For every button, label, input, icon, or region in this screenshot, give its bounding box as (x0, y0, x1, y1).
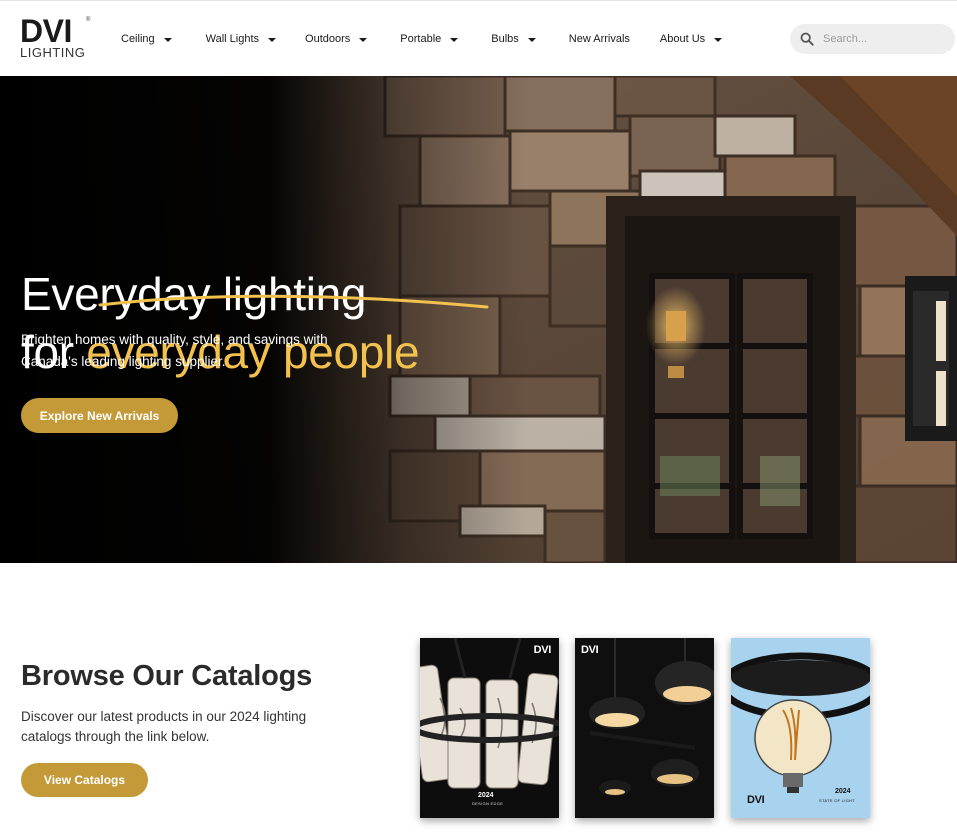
caret-down-icon (359, 37, 368, 42)
catalog-cover-pendants[interactable]: DVI (575, 638, 714, 818)
logo-registered-mark: ® (86, 17, 91, 23)
cover-brand: DVI (533, 644, 552, 656)
nav-item-outdoors[interactable]: Outdoors (305, 30, 368, 48)
main-nav: Ceiling Wall Lights Outdoors Portable Bu… (121, 30, 723, 48)
caret-down-icon (268, 37, 277, 42)
search-box[interactable] (790, 24, 955, 54)
dvi-lighting-logo[interactable]: DVI ® LIGHTING (20, 15, 92, 61)
logo-subtitle: LIGHTING (20, 45, 86, 60)
caret-down-icon (527, 37, 536, 42)
caret-down-icon (163, 37, 172, 42)
hero-subtitle: Brighten homes with quality, style, and … (21, 332, 328, 369)
nav-item-label: Outdoors (305, 33, 351, 45)
cover-brand: DVI (747, 794, 765, 806)
site-header: DVI ® LIGHTING Ceiling Wall Lights Outdo… (0, 0, 957, 76)
nav-item-bulbs[interactable]: Bulbs (491, 30, 536, 48)
nav-item-label: Portable (400, 33, 442, 45)
cover-year: 2024 (835, 788, 851, 795)
nav-item-label: Bulbs (491, 33, 519, 45)
catalog-cover-pendant-image (575, 638, 714, 818)
catalogs-title: Browse Our Catalogs (21, 660, 313, 692)
nav-item-ceiling[interactable]: Ceiling (121, 30, 172, 48)
nav-item-label: Ceiling (121, 33, 155, 45)
nav-item-label: Wall Lights (205, 33, 260, 45)
search-icon[interactable] (800, 32, 814, 46)
nav-item-about-us[interactable]: About Us (659, 30, 723, 48)
cover-year: 2024 (478, 792, 494, 799)
cover-brand: DVI (581, 644, 599, 656)
hero-banner: Everyday lighting for everyday people Br… (0, 76, 957, 563)
cover-caption: STATE OF LIGHT (819, 798, 856, 803)
nav-item-label: New Arrivals (568, 33, 630, 45)
caret-down-icon (714, 37, 723, 42)
catalog-cover-design-edge[interactable]: DVI 2024 DESIGN EDGE (420, 638, 559, 818)
catalog-cover-chandelier-image (420, 638, 559, 818)
nav-item-new-arrivals[interactable]: New Arrivals (569, 30, 630, 48)
search-input[interactable] (823, 33, 943, 45)
logo-brand: DVI (20, 13, 72, 49)
nav-item-portable[interactable]: Portable (400, 30, 459, 48)
nav-item-label: About Us (659, 33, 706, 45)
catalogs-description: Discover our latest products in our 2024… (21, 709, 307, 744)
nav-item-wall-lights[interactable]: Wall Lights (205, 30, 277, 48)
explore-new-arrivals-button[interactable]: Explore New Arrivals (21, 398, 178, 433)
headline-underline-swoosh (98, 294, 489, 309)
view-catalogs-button[interactable]: View Catalogs (21, 763, 148, 797)
catalog-cover-state-of-light[interactable]: DVI 2024 STATE OF LIGHT (731, 638, 870, 818)
cover-caption: DESIGN EDGE (472, 801, 504, 806)
caret-down-icon (450, 37, 459, 42)
